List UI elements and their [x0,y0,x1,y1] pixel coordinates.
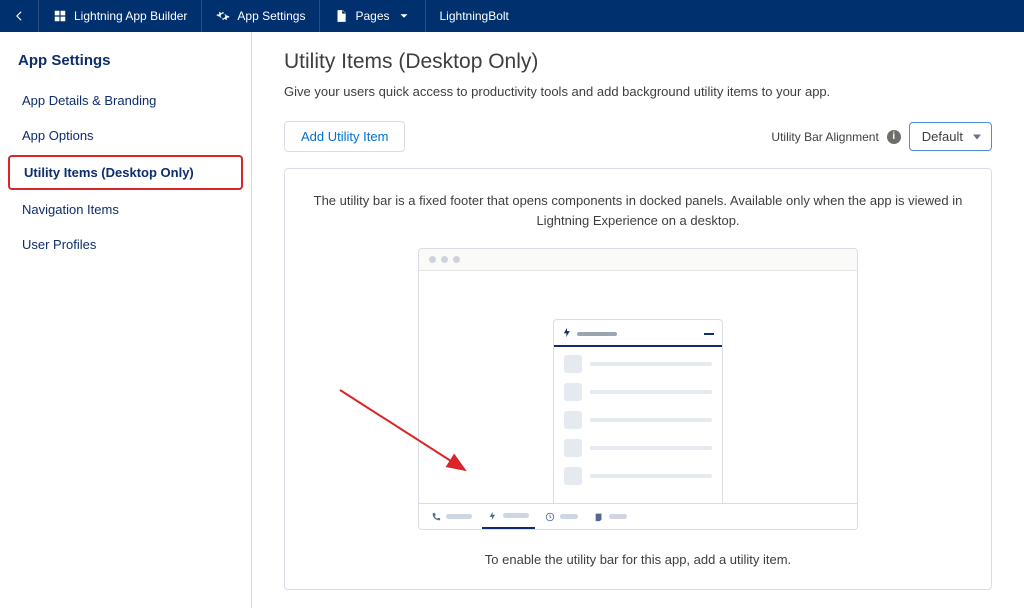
chevron-down-icon [973,134,981,139]
app-name-label: LightningBolt [440,9,509,23]
mock-list-row [564,355,712,373]
builder-icon [53,9,67,23]
note-icon [594,512,604,522]
mock-title-bar [577,332,617,336]
mock-list-row [564,383,712,401]
alignment-value: Default [922,129,963,144]
info-panel: The utility bar is a fixed footer that o… [284,168,992,590]
alignment-label: Utility Bar Alignment [771,130,878,144]
pages-tab[interactable]: Pages [320,0,425,32]
chevron-down-icon [397,9,411,23]
mock-utility-lightning [482,504,535,529]
clock-icon [545,512,555,522]
mock-body-blank [419,271,857,319]
app-settings-tab[interactable]: App Settings [202,0,320,32]
mock-utility-note [588,504,633,529]
sidebar-item-navigation-items[interactable]: Navigation Items [0,192,251,227]
page-subtitle: Give your users quick access to producti… [284,84,992,99]
mock-docked-panel [553,319,723,503]
sidebar-item-user-profiles[interactable]: User Profiles [0,227,251,262]
mock-utility-bar [419,503,857,529]
page-title: Utility Items (Desktop Only) [284,50,992,74]
mock-browser-chrome [419,249,857,271]
mock-list-row [564,467,712,485]
lightning-icon [562,326,573,341]
phone-icon [431,512,441,522]
builder-name-label: Lightning App Builder [74,9,187,23]
builder-name-tab[interactable]: Lightning App Builder [39,0,202,32]
mock-utility-clock [539,504,584,529]
panel-footnote: To enable the utility bar for this app, … [307,552,969,567]
info-icon[interactable]: i [887,130,901,144]
window-dot-icon [429,256,436,263]
gear-icon [216,9,230,23]
sidebar-item-utility-items[interactable]: Utility Items (Desktop Only) [8,155,243,190]
mock-list-row [564,411,712,429]
arrow-left-icon [12,9,26,23]
app-settings-tab-label: App Settings [237,9,305,23]
alignment-select[interactable]: Default [909,122,992,151]
back-button[interactable] [0,0,39,32]
sidebar-item-app-details[interactable]: App Details & Branding [0,83,251,118]
pages-tab-label: Pages [355,9,389,23]
mock-utility-phone [425,504,478,529]
minimize-icon [704,333,714,335]
page-icon [334,9,348,23]
sidebar-heading: App Settings [0,46,251,83]
window-dot-icon [453,256,460,263]
panel-description: The utility bar is a fixed footer that o… [307,191,969,230]
add-utility-item-button[interactable]: Add Utility Item [284,121,405,152]
window-dot-icon [441,256,448,263]
utility-bar-illustration [418,248,858,530]
app-name-tab[interactable]: LightningBolt [426,0,523,32]
sidebar: App Settings App Details & Branding App … [0,32,252,608]
mock-list-row [564,439,712,457]
lightning-icon [488,511,498,521]
sidebar-item-app-options[interactable]: App Options [0,118,251,153]
